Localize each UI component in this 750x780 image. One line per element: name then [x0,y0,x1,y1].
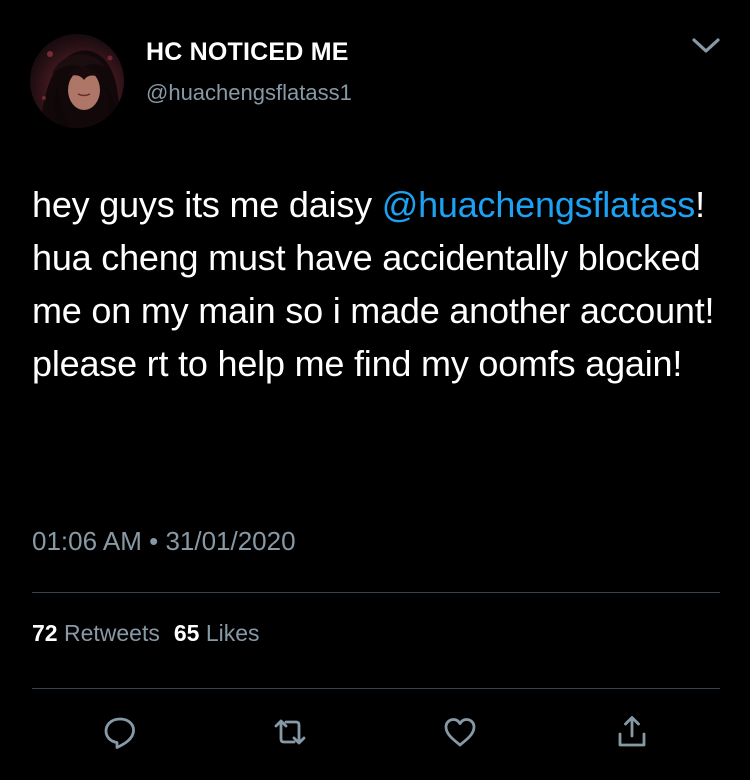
tweet-text: hey guys its me daisy @huachengsflatass!… [32,178,732,390]
tweet-timestamp[interactable]: 01:06 AM • 31/01/2020 [32,526,296,557]
likes-count: 65 [173,620,200,646]
divider [32,688,720,689]
mention-link[interactable]: @huachengsflatass [382,184,696,225]
timestamp-separator: • [149,526,159,556]
author-display-name[interactable]: HC NOTICED ME [146,38,349,67]
tweet-time: 01:06 AM [32,526,142,556]
divider [32,592,720,593]
author-handle[interactable]: @huachengsflatass1 [146,80,352,106]
chevron-down-icon[interactable] [690,36,722,56]
share-icon[interactable] [612,712,652,752]
action-bar [0,712,750,756]
retweets-count: 72 [32,620,58,646]
tweet-date: 31/01/2020 [165,526,296,556]
avatar-illustration [40,50,124,128]
tweet-detail: HC NOTICED ME @huachengsflatass1 hey guy… [0,0,750,780]
reply-icon[interactable] [100,712,140,752]
retweets-label: Retweets [63,620,160,646]
engagement-stats: 72 Retweets 65 Likes [32,620,260,647]
avatar[interactable] [30,34,124,128]
retweet-icon[interactable] [270,712,310,752]
likes-label: Likes [205,620,260,646]
likes-stat[interactable]: 65 Likes [174,620,260,646]
tweet-text-intro: hey guys its me daisy [32,184,382,225]
retweets-stat[interactable]: 72 Retweets [32,620,160,646]
heart-icon[interactable] [440,712,480,752]
